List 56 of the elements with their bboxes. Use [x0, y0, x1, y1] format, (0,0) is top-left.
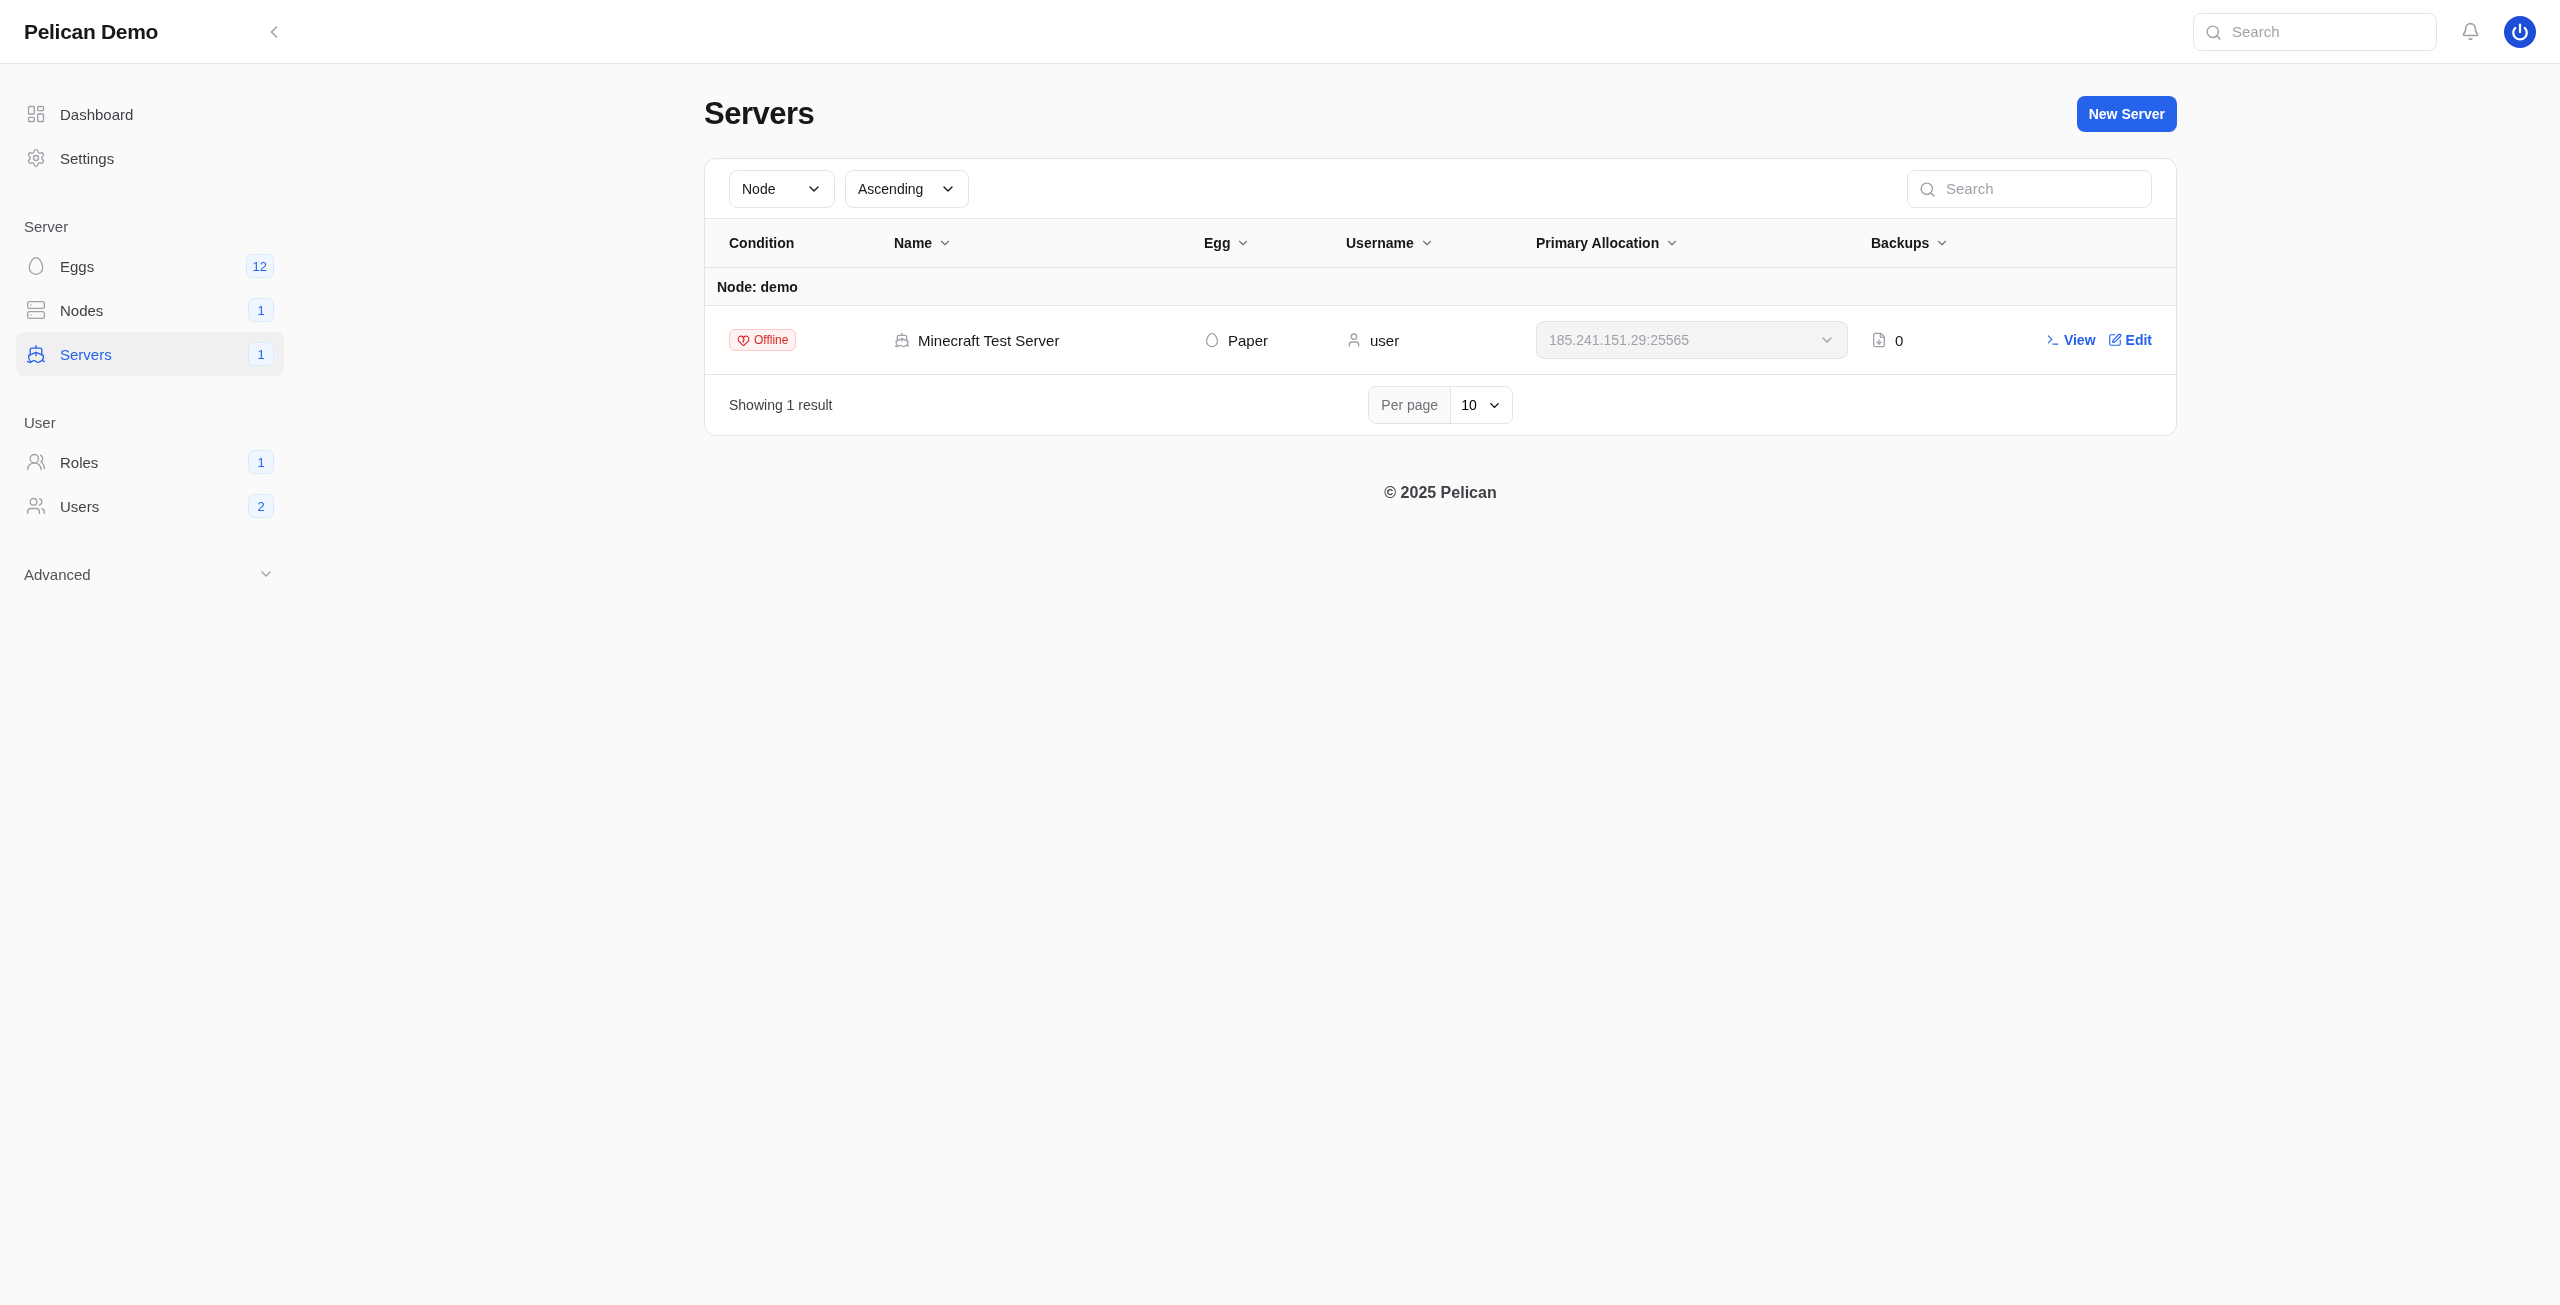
count-badge: 1	[248, 298, 274, 322]
page-title: Servers	[704, 96, 815, 132]
gear-icon	[26, 148, 46, 168]
column-header[interactable]: Name	[894, 235, 953, 251]
copyright-text: © 2025 Pelican	[1384, 484, 1497, 502]
dashboard-icon	[26, 104, 46, 124]
people-icon	[26, 452, 46, 472]
sidebar-item[interactable]: Roles 1	[16, 440, 284, 484]
sidebar-item[interactable]: Nodes 1	[16, 288, 284, 332]
sort-select[interactable]: Ascending	[845, 169, 969, 208]
sort-select[interactable]: Node	[729, 169, 835, 208]
view-link[interactable]: View	[2045, 332, 2096, 348]
pencil-icon	[2107, 333, 2122, 347]
file-download-icon	[1871, 332, 1887, 348]
table-cell: Paper	[1228, 331, 1269, 349]
sidebar-group-label: User	[23, 412, 57, 433]
bell-icon[interactable]	[2461, 22, 2480, 41]
column-header: Condition	[729, 235, 796, 251]
avatar-icon[interactable]	[2504, 15, 2536, 48]
terminal-icon	[2045, 333, 2060, 347]
column-header[interactable]: Username	[1346, 235, 1434, 251]
count-badge: 1	[248, 450, 274, 474]
column-header[interactable]: Backups	[1871, 235, 1950, 251]
app-title: Pelican Demo	[24, 19, 160, 44]
new-server-button[interactable]: New Server	[2076, 96, 2177, 132]
sidebar-item[interactable]: Dashboard	[16, 92, 284, 136]
users-icon	[26, 496, 46, 516]
sidebar-group-label: Server	[23, 216, 70, 237]
user-icon	[1346, 332, 1362, 348]
ship-icon	[894, 332, 910, 348]
table-cell: user	[1370, 331, 1400, 349]
column-header[interactable]: Primary Allocation	[1536, 235, 1680, 251]
status-badge: Offline	[729, 329, 797, 351]
count-badge: 12	[245, 254, 274, 278]
egg-icon	[1204, 332, 1220, 348]
count-badge: 2	[248, 494, 274, 518]
table-cell: Minecraft Test Server	[918, 331, 1060, 349]
group-heading: Node: demo	[705, 268, 2176, 306]
ship-icon	[26, 344, 46, 364]
count-badge: 1	[248, 342, 274, 366]
egg-icon	[26, 256, 46, 276]
search-field[interactable]: Search	[1907, 169, 2152, 208]
server-icon	[26, 300, 46, 320]
result-summary: Showing 1 result	[729, 397, 834, 413]
sidebar-item[interactable]: Settings	[16, 136, 284, 180]
column-header[interactable]: Egg	[1204, 235, 1251, 251]
sidebar-item[interactable]: Users 2	[16, 484, 284, 528]
search-icon	[2205, 23, 2222, 41]
per-page-select[interactable]: Per page 10	[1368, 386, 1513, 424]
table-cell: 0	[1895, 331, 1904, 349]
search-icon	[1919, 180, 1936, 198]
sidebar-group-toggle[interactable]: Advanced	[16, 556, 286, 592]
edit-link[interactable]: Edit	[2107, 332, 2152, 348]
search-field[interactable]: Search	[2193, 12, 2437, 51]
sidebar-item[interactable]: Servers 1	[16, 332, 284, 376]
sidebar-item[interactable]: Eggs 12	[16, 244, 284, 288]
